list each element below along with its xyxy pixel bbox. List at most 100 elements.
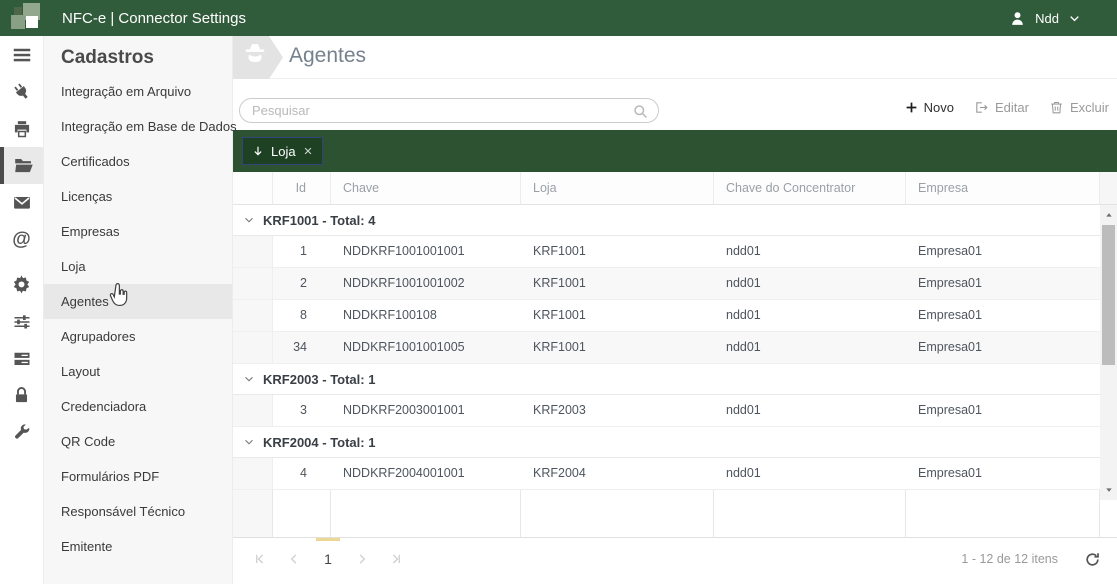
column-header-loja[interactable]: Loja: [521, 172, 714, 204]
pager-controls: 1: [243, 538, 413, 580]
cell-loja: KRF1001: [533, 244, 586, 258]
sidebar-item-credenciadora[interactable]: Credenciadora: [44, 389, 232, 424]
page-number-button[interactable]: 1: [311, 538, 345, 580]
rail-item-at[interactable]: @: [0, 221, 43, 258]
rail-item-lock[interactable]: [0, 377, 43, 414]
main-content: Agentes NovoEditarExcluir Loja IdChaveLo…: [232, 36, 1117, 584]
rail-item-folder-open[interactable]: [0, 147, 43, 184]
editar-button[interactable]: Editar: [974, 100, 1029, 115]
button-label: Novo: [923, 100, 955, 115]
table-row[interactable]: 2 NDDKRF1001001002 KRF1001 ndd01 Empresa01: [233, 268, 1100, 300]
table-row[interactable]: 4 NDDKRF2004001001 KRF2004 ndd01 Empresa01: [233, 458, 1100, 490]
rail-item-server[interactable]: [0, 340, 43, 377]
cell-loja: KRF1001: [533, 308, 586, 322]
vertical-scrollbar[interactable]: [1100, 205, 1117, 500]
rail-item-menu[interactable]: [0, 36, 43, 73]
table-row[interactable]: 1 NDDKRF1001001001 KRF1001 ndd01 Empresa01: [233, 236, 1100, 268]
column-header-empresa[interactable]: Empresa: [906, 172, 1100, 204]
cell-id: 2: [300, 276, 307, 290]
rail-item-plug[interactable]: [0, 73, 43, 110]
first-page-button[interactable]: [243, 538, 277, 580]
row-expander-cell: [233, 458, 273, 489]
filler-cell: [331, 490, 521, 537]
sidebar-menu: Cadastros Integração em Arquivo Integraçã…: [44, 36, 237, 584]
cell-empresa: Empresa01: [918, 308, 982, 322]
sidebar-item-formularios-pdf[interactable]: Formulários PDF: [44, 459, 232, 494]
group-chip-label: Loja: [271, 143, 296, 159]
table-row[interactable]: 8 NDDKRF100108 KRF1001 ndd01 Empresa01: [233, 300, 1100, 332]
search-input[interactable]: [240, 99, 658, 122]
sidebar-item-licencas[interactable]: Licenças: [44, 179, 232, 214]
last-page-button[interactable]: [379, 538, 413, 580]
sidebar-item-empresas[interactable]: Empresas: [44, 214, 232, 249]
sidebar-item-certificados[interactable]: Certificados: [44, 144, 232, 179]
sidebar-item-loja[interactable]: Loja: [44, 249, 232, 284]
excluir-button[interactable]: Excluir: [1049, 100, 1109, 115]
previous-page-button[interactable]: [277, 538, 311, 580]
row-expander-cell: [233, 395, 273, 426]
sidebar-item-integracao-em-base-de-dados[interactable]: Integração em Base de Dados: [44, 109, 237, 144]
cell-empresa: Empresa01: [918, 466, 982, 480]
scrollbar-thumb[interactable]: [1102, 225, 1115, 365]
group-row-krf2003[interactable]: KRF2003 - Total: 1: [233, 364, 1100, 395]
cell-empresa: Empresa01: [918, 276, 982, 290]
cell-empresa: Empresa01: [918, 340, 982, 354]
ndd-logo-icon: [8, 2, 48, 34]
column-header-chave[interactable]: Chave: [331, 172, 521, 204]
sidebar-item-emitente[interactable]: Emitente: [44, 529, 232, 564]
novo-button[interactable]: Novo: [905, 100, 954, 115]
scroll-down-icon[interactable]: [1100, 482, 1117, 498]
cell-chave: NDDKRF100108: [343, 308, 437, 322]
top-bar: NFC-e | Connector Settings Ndd: [0, 0, 1117, 36]
edit-icon: [974, 100, 989, 115]
search-icon[interactable]: [632, 103, 649, 125]
button-label: Excluir: [1069, 100, 1109, 115]
table-row[interactable]: 34 NDDKRF1001001005 KRF1001 ndd01 Empresa01: [233, 332, 1100, 364]
sidebar-item-agentes[interactable]: Agentes: [44, 284, 232, 319]
user-menu[interactable]: Ndd: [1009, 10, 1081, 27]
refresh-icon[interactable]: [1084, 551, 1101, 568]
trash-icon: [1049, 100, 1064, 115]
group-label: KRF1001 - Total: 4: [263, 212, 376, 228]
pager-status: 1 - 12 de 12 itens: [961, 551, 1101, 568]
cell-id: 4: [300, 466, 307, 480]
grouping-bar: Loja: [233, 130, 1117, 172]
sidebar-item-responsavel-tecnico[interactable]: Responsável Técnico: [44, 494, 232, 529]
previous-page-icon: [287, 552, 301, 566]
sort-descending-icon: [252, 145, 264, 157]
group-chip-loja[interactable]: Loja: [242, 137, 323, 165]
sidebar-item-agrupadores[interactable]: Agrupadores: [44, 319, 232, 354]
rail-item-sliders[interactable]: [0, 303, 43, 340]
data-grid: Id Chave Loja Chave do Concentrator Empresa …: [233, 172, 1117, 537]
icon-rail: @: [0, 36, 44, 584]
spy-icon: [240, 40, 270, 75]
rail-item-printer[interactable]: [0, 110, 43, 147]
remove-group-icon[interactable]: [303, 146, 313, 156]
scroll-up-icon[interactable]: [1100, 207, 1117, 223]
table-row[interactable]: 3 NDDKRF2003001001 KRF2003 ndd01 Empresa01: [233, 395, 1100, 427]
page-header: Agentes: [233, 36, 1117, 79]
column-header-expander: [233, 172, 273, 204]
group-row-krf2004[interactable]: KRF2004 - Total: 1: [233, 427, 1100, 458]
page-icon-badge: [233, 36, 283, 79]
rail-item-wrench[interactable]: [0, 414, 43, 451]
next-page-button[interactable]: [345, 538, 379, 580]
items-summary: 1 - 12 de 12 itens: [961, 552, 1058, 566]
sliders-icon: [12, 312, 32, 332]
cell-concentrator: ndd01: [726, 466, 761, 480]
rail-item-gear[interactable]: [0, 266, 43, 303]
group-row-krf1001[interactable]: KRF1001 - Total: 4: [233, 205, 1100, 236]
search-box: [239, 98, 659, 123]
rail-item-mail[interactable]: [0, 184, 43, 221]
sidebar-item-qr-code[interactable]: QR Code: [44, 424, 232, 459]
filler-cell: [233, 490, 273, 537]
group-label: KRF2003 - Total: 1: [263, 371, 376, 387]
button-label: Editar: [995, 100, 1029, 115]
row-expander-cell: [233, 236, 273, 267]
filler-cell: [906, 490, 1100, 537]
column-header-concentrator[interactable]: Chave do Concentrator: [714, 172, 906, 204]
sidebar-item-layout[interactable]: Layout: [44, 354, 232, 389]
column-header-id[interactable]: Id: [273, 172, 331, 204]
sidebar-item-integracao-em-arquivo[interactable]: Integração em Arquivo: [44, 74, 232, 109]
lock-icon: [12, 386, 31, 405]
